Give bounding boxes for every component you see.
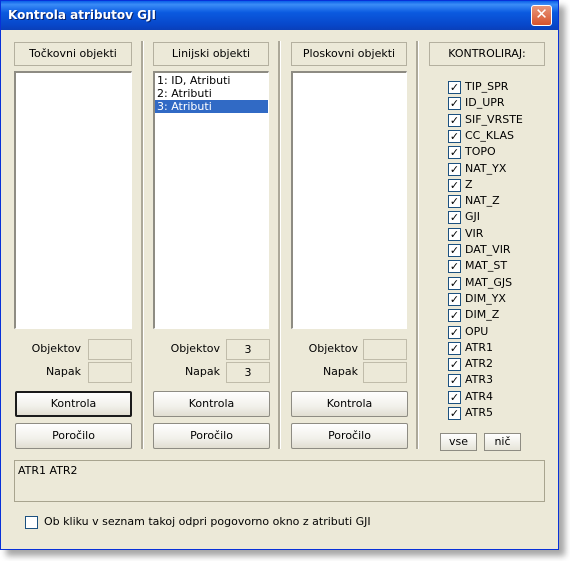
checkbox-label: CC_KLAS [465,128,514,142]
label-napak: Napak [45,365,81,378]
checkbox-nat_z[interactable]: ✓ [448,195,461,209]
checkbox-sif_vrste[interactable]: ✓ [448,113,461,127]
checkbox-label: DIM_YX [465,291,506,305]
checkbox-label: ATR4 [465,389,494,403]
checkbox-topo[interactable]: ✓ [448,146,461,160]
list-ploskovni[interactable] [291,71,407,329]
field-napak [88,362,132,383]
checkbox-label: GJI [465,210,481,224]
separator [416,41,419,449]
checkbox-tip_spr[interactable]: ✓ [448,81,461,94]
porocilo-button[interactable]: Poročilo [291,423,408,449]
list-item[interactable]: 2: Atributi [155,87,268,100]
kontrola-button[interactable]: Kontrola [291,391,408,417]
checkbox-gji[interactable]: ✓ [448,211,461,225]
result-text[interactable]: ATR1 ATR2 [14,460,545,502]
header-tockovni: Točkovni objekti [14,42,132,66]
field-objektov [363,339,407,360]
checkbox-vir[interactable]: ✓ [448,227,461,241]
list-linijski[interactable]: 1: ID, Atributi 2: Atributi 3: Atributi [153,71,269,329]
checkbox-label: DIM_Z [465,308,500,322]
checkbox-label: NAT_Z [465,194,500,208]
title-bar[interactable]: Kontrola atributov GJI ✕ [1,1,558,30]
window-title: Kontrola atributov GJI [8,8,156,22]
header-linijski: Linijski objekti [153,42,269,66]
checkbox-label: ATR1 [465,340,494,354]
checkbox-label: ID_UPR [465,96,505,110]
porocilo-button[interactable]: Poročilo [153,423,270,449]
kontrola-button[interactable]: Kontrola [15,391,132,417]
vse-button[interactable]: vse [440,433,477,451]
label-napak: Napak [184,365,220,378]
checkbox-label: MAT_ST [465,259,508,273]
checkbox-label: DAT_VIR [465,243,511,256]
checkbox-z[interactable]: ✓ [448,178,461,192]
list-tockovni[interactable] [14,71,132,329]
checkbox-label: Z [465,177,473,191]
kontrola-button[interactable]: Kontrola [153,391,270,417]
open-dialog-checkbox[interactable] [25,516,38,529]
checkbox-atr5[interactable]: ✓ [448,407,461,420]
checkbox-atr3[interactable]: ✓ [448,374,461,388]
checkbox-label: VIR [465,226,484,240]
checkbox-label: ATR3 [465,373,494,387]
checkbox-label: ATR5 [465,406,494,419]
checkbox-label: SIF_VRSTE [465,112,523,126]
field-napak [363,362,407,383]
header-kontroliraj: KONTROLIRAJ: [429,42,545,66]
checkbox-label: ATR2 [465,357,494,371]
checkbox-label: TIP_SPR [465,80,509,93]
list-item-selected[interactable]: 3: Atributi [155,100,268,113]
label-objektov: Objektov [308,342,358,355]
checkbox-id_upr[interactable]: ✓ [448,97,461,111]
dialog-window: Kontrola atributov GJI ✕ Točkovni objekt… [0,0,559,550]
checkbox-atr1[interactable]: ✓ [448,341,461,355]
nic-button[interactable]: nič [484,433,521,451]
label-napak: Napak [322,365,358,378]
field-objektov [88,339,132,360]
checkbox-label: MAT_GJS [465,275,513,289]
porocilo-button[interactable]: Poročilo [15,423,132,449]
checkbox-dim_yx[interactable]: ✓ [448,292,461,306]
separator [278,41,281,449]
close-button[interactable]: ✕ [531,5,552,26]
field-objektov: 3 [226,339,270,360]
checkbox-nat_yx[interactable]: ✓ [448,162,461,176]
checkbox-atr2[interactable]: ✓ [448,358,461,372]
checkbox-label: OPU [465,324,489,338]
header-ploskovni: Ploskovni objekti [291,42,407,66]
field-napak: 3 [226,362,270,383]
checkbox-dim_z[interactable]: ✓ [448,309,461,323]
checkbox-opu[interactable]: ✓ [448,325,461,339]
list-item[interactable]: 1: ID, Atributi [155,74,268,87]
checkbox-cc_klas[interactable]: ✓ [448,129,461,143]
checkbox-atr4[interactable]: ✓ [448,390,461,404]
open-dialog-label: Ob kliku v seznam takoj odpri pogovorno … [44,515,371,528]
label-objektov: Objektov [170,342,220,355]
checkbox-label: NAT_YX [465,161,507,175]
checkbox-dat_vir[interactable]: ✓ [448,244,461,257]
label-objektov: Objektov [31,342,81,355]
checkbox-label: TOPO [465,145,496,159]
separator [141,41,144,449]
checkbox-mat_st[interactable]: ✓ [448,260,461,274]
checkbox-mat_gjs[interactable]: ✓ [448,276,461,290]
